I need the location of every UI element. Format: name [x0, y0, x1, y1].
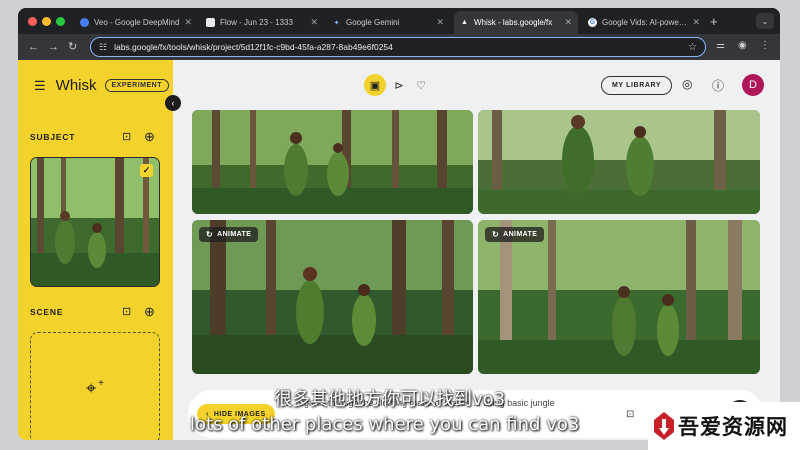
- avatar[interactable]: D: [742, 74, 764, 96]
- animate-button[interactable]: ↻ ANIMATE: [199, 227, 259, 242]
- add-scene-icon[interactable]: ⊕: [144, 304, 155, 320]
- subject-title: SUBJECT: [30, 132, 76, 142]
- animate-button[interactable]: ↻ ANIMATE: [485, 227, 545, 242]
- subject-image[interactable]: ✓: [30, 157, 160, 287]
- forest-image: [478, 110, 760, 214]
- minimize-window-button[interactable]: [42, 17, 51, 26]
- tab-label: Google Vids: AI-powered: [602, 18, 689, 27]
- new-tab-button[interactable]: +: [710, 14, 718, 29]
- whisk-page: ☰ Whisk EXPERIMENT SUBJECT ⊡ ⊕ ✓ SCENE ⊡…: [18, 60, 780, 440]
- crop-icon[interactable]: ⊡: [122, 130, 131, 143]
- tab-google-vids[interactable]: G Google Vids: AI-powered ✕: [582, 11, 706, 34]
- google-icon: G: [588, 18, 597, 27]
- flow-icon: [206, 18, 215, 27]
- collapse-sidebar-button[interactable]: ‹: [165, 95, 181, 111]
- app-name: Whisk: [55, 77, 97, 94]
- globe-icon: [80, 18, 89, 27]
- watermark-text: 吾爱资源网: [678, 414, 788, 439]
- image-tile[interactable]: [478, 110, 760, 214]
- close-icon[interactable]: ✕: [564, 17, 572, 28]
- tab-search-button[interactable]: ⌄: [756, 13, 774, 29]
- menu-icon[interactable]: ☰: [34, 78, 46, 94]
- location-pin-icon: ⌖: [86, 377, 97, 398]
- tab-flow[interactable]: Flow - Jun 23 - 1333 ✕: [200, 11, 324, 34]
- image-tile[interactable]: [192, 110, 473, 214]
- tab-label: Google Gemini: [346, 18, 400, 27]
- sidebar: ☰ Whisk EXPERIMENT SUBJECT ⊡ ⊕ ✓ SCENE ⊡…: [18, 60, 173, 440]
- tab-label: Veo - Google DeepMind: [94, 18, 180, 27]
- help-icon[interactable]: ⓘ: [712, 77, 724, 94]
- discord-icon[interactable]: ◎: [682, 77, 692, 91]
- url-text[interactable]: labs.google/fx/tools/whisk/project/5d12f…: [114, 42, 688, 52]
- maximize-window-button[interactable]: [56, 17, 65, 26]
- tab-veo[interactable]: Veo - Google DeepMind ✕: [74, 11, 198, 34]
- close-icon[interactable]: ✕: [184, 17, 192, 28]
- watermark: 吾爱资源网: [648, 402, 800, 450]
- tab-whisk[interactable]: ▲ Whisk - labs.google/fx ✕: [454, 11, 578, 34]
- watermark-logo-icon: [654, 412, 674, 440]
- close-icon[interactable]: ✕: [310, 17, 318, 28]
- browser-window: Veo - Google DeepMind ✕ Flow - Jun 23 - …: [18, 8, 780, 440]
- scene-upload-area[interactable]: ⌖ +: [30, 332, 160, 440]
- tab-gemini[interactable]: ✦ Google Gemini ✕: [326, 11, 450, 34]
- brand: ☰ Whisk EXPERIMENT: [34, 77, 170, 94]
- site-info-icon[interactable]: ☷: [99, 42, 107, 53]
- reload-icon[interactable]: ↻: [68, 40, 77, 54]
- image-mode-button[interactable]: ▣: [364, 74, 386, 96]
- add-subject-icon[interactable]: ⊕: [144, 129, 155, 145]
- crop-icon[interactable]: ⊡: [626, 409, 634, 420]
- back-arrow-icon[interactable]: ←: [28, 40, 39, 54]
- video-mode-button[interactable]: ⊳: [388, 74, 410, 96]
- tab-label: Whisk - labs.google/fx: [474, 18, 553, 27]
- plus-icon: +: [98, 377, 104, 389]
- subtitle-chinese: 很多其他地方你可以找到vo3: [274, 389, 506, 410]
- close-window-button[interactable]: [28, 17, 37, 26]
- extensions-icon[interactable]: ⚌: [716, 40, 725, 51]
- tab-strip: Veo - Google DeepMind ✕ Flow - Jun 23 - …: [18, 8, 780, 34]
- close-icon[interactable]: ✕: [436, 17, 444, 28]
- image-tile[interactable]: ↻ ANIMATE: [478, 220, 760, 374]
- animate-icon: ↻: [492, 230, 500, 239]
- forward-arrow-icon[interactable]: →: [48, 40, 59, 54]
- tab-label: Flow - Jun 23 - 1333: [220, 18, 293, 27]
- subject-forest-image: [31, 158, 159, 286]
- close-icon[interactable]: ✕: [692, 17, 700, 28]
- forest-image: [192, 110, 473, 214]
- favorites-heart-button[interactable]: ♡: [410, 74, 432, 96]
- experiment-badge: EXPERIMENT: [104, 79, 170, 92]
- bookmark-star-icon[interactable]: ☆: [688, 42, 697, 53]
- animate-label: ANIMATE: [503, 231, 538, 238]
- forest-illustration-image: [192, 220, 473, 374]
- subtitle-english: lots of other places where you can find …: [190, 414, 580, 435]
- crop-icon[interactable]: ⊡: [122, 305, 131, 318]
- animate-icon: ↻: [206, 230, 214, 239]
- my-library-button[interactable]: MY LIBRARY: [601, 76, 673, 95]
- browser-toolbar: ← → ↻ ☷ labs.google/fx/tools/whisk/proje…: [18, 34, 780, 60]
- selected-check-icon: ✓: [140, 164, 153, 177]
- whisk-icon: ▲: [461, 19, 468, 26]
- scene-title: SCENE: [30, 307, 64, 317]
- animate-label: ANIMATE: [217, 231, 252, 238]
- profile-icon[interactable]: ◉: [738, 40, 747, 51]
- more-menu-icon[interactable]: ⋮: [760, 40, 770, 51]
- address-bar[interactable]: ☷ labs.google/fx/tools/whisk/project/5d1…: [90, 37, 706, 57]
- image-tile[interactable]: ↻ ANIMATE: [192, 220, 473, 374]
- forest-image: [478, 220, 760, 374]
- gemini-icon: ✦: [333, 19, 340, 27]
